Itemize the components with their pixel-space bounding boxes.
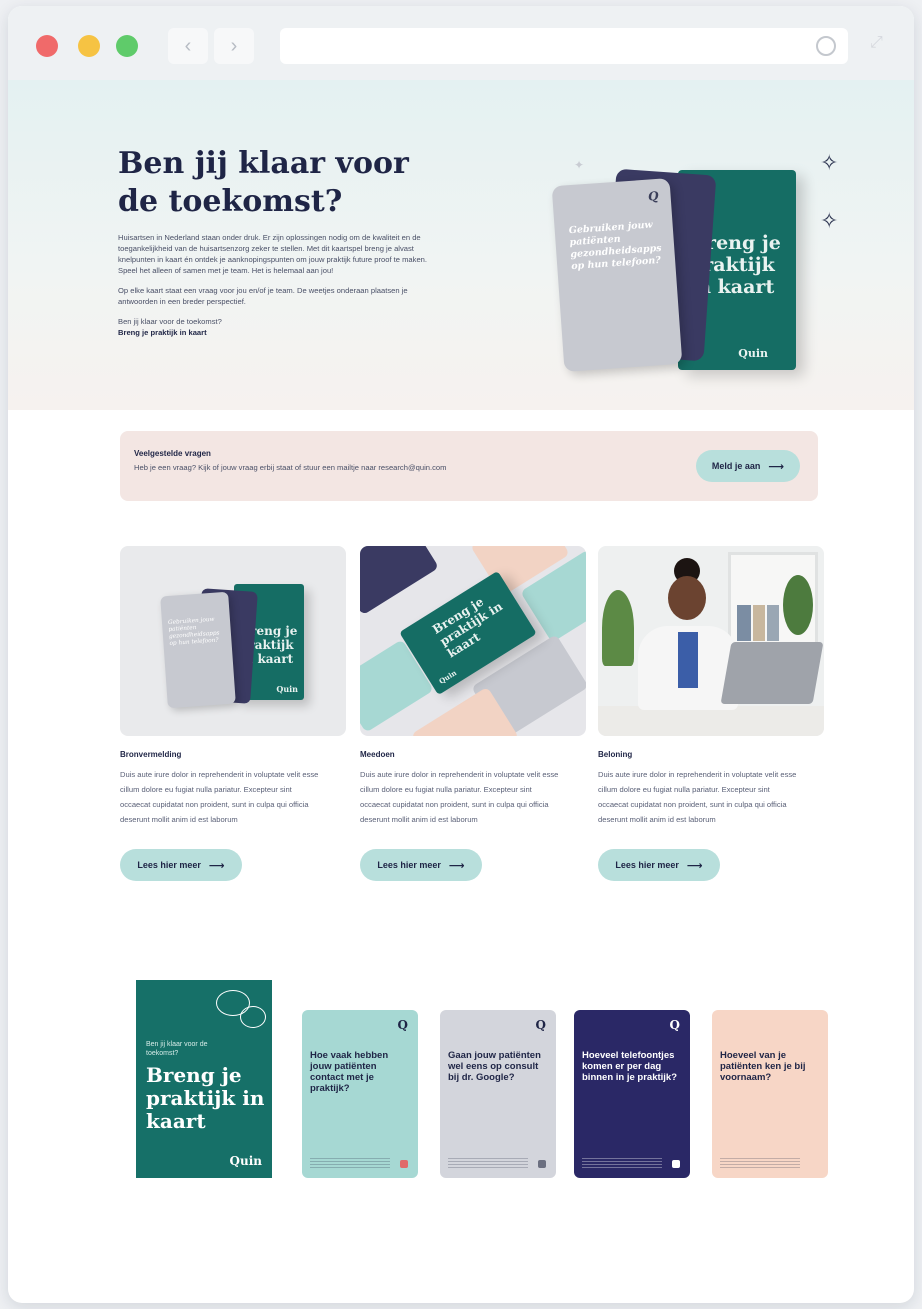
quin-logo: Quin xyxy=(738,347,768,360)
laptop xyxy=(720,642,824,704)
arrow-right-icon: ⟶ xyxy=(448,859,465,872)
question-card: Q Gebruiken jouw patiënten gezondheidsap… xyxy=(551,178,683,372)
feature-image-box: Breng je praktijk in kaart Quin Gebruike… xyxy=(120,546,346,736)
person-head xyxy=(668,576,706,620)
read-more-button[interactable]: Lees hier meer ⟶ xyxy=(598,849,720,881)
feature-title: Meedoen xyxy=(360,750,395,759)
faq-text: Heb je een vraag? Kijk of jouw vraag erb… xyxy=(134,463,447,472)
card-footnote-icon xyxy=(400,1160,408,1168)
scattered-card xyxy=(360,546,440,616)
minimize-window-button[interactable] xyxy=(78,35,100,57)
card-footnote-icon xyxy=(672,1160,680,1168)
signup-button-label: Meld je aan xyxy=(711,461,761,471)
sparkle-icon: ✧ xyxy=(820,208,839,233)
question-card: Q Hoe vaak hebben jouw patiënten contact… xyxy=(302,1010,418,1178)
hero-paragraph-2: Op elke kaart staat een vraag voor jou e… xyxy=(118,286,408,306)
back-button[interactable]: ‹ xyxy=(168,28,208,64)
read-more-button[interactable]: Lees hier meer ⟶ xyxy=(360,849,482,881)
faq-banner: Veelgestelde vragen Heb je een vraag? Ki… xyxy=(120,431,818,501)
q-logo-icon: Q xyxy=(397,1018,408,1032)
arrow-right-icon: ⟶ xyxy=(686,859,703,872)
card-footnote xyxy=(310,1158,390,1168)
question-card: Q Gaan jouw patiënten wel eens op consul… xyxy=(440,1010,556,1178)
card-footnote xyxy=(720,1158,800,1168)
chevron-left-icon: ‹ xyxy=(184,34,192,57)
faq-title: Veelgestelde vragen xyxy=(134,449,211,458)
quin-logo: Quin xyxy=(437,668,459,686)
speech-bubble-icon xyxy=(240,1006,266,1028)
plant xyxy=(602,590,634,666)
hero-section: Ben jij klaar voor de toekomst? Huisarts… xyxy=(8,80,914,410)
feature-text: Duis aute irure dolor in reprehenderit i… xyxy=(120,770,319,824)
feature-image-doctor xyxy=(598,546,824,736)
browser-toolbar: ‹ › ⤢ xyxy=(8,6,914,80)
card-question: Gaan jouw patiënten wel eens op consult … xyxy=(448,1050,541,1083)
sparkle-icon: ✧ xyxy=(820,150,839,175)
card-question: Gebruiken jouw patiënten gezondheidsapps… xyxy=(568,219,662,273)
feature-image-cards: Breng je praktijk in kaart Quin xyxy=(360,546,586,736)
feature-text: Duis aute irure dolor in reprehenderit i… xyxy=(360,770,559,824)
q-logo-icon: Q xyxy=(647,188,660,204)
cover-title: Breng je praktijk in kaart xyxy=(146,1063,265,1133)
browser-window: ‹ › ⤢ Ben jij klaar voor de toekomst? Hu… xyxy=(8,6,914,1303)
hero-paragraph-1: Huisartsen in Nederland staan onder druk… xyxy=(118,233,428,275)
read-more-label: Lees hier meer xyxy=(377,860,441,870)
hero-description: Huisartsen in Nederland staan onder druk… xyxy=(118,232,438,338)
hero-tagline: Breng je praktijk in kaart xyxy=(118,328,207,337)
card-footnote xyxy=(582,1158,662,1168)
close-window-button[interactable] xyxy=(36,35,58,57)
arrow-right-icon: ⟶ xyxy=(768,460,785,473)
arrow-right-icon: ⟶ xyxy=(208,859,225,872)
card-game-illustration: Breng je praktijk in kaart Quin Q Gebrui… xyxy=(548,166,808,386)
read-more-label: Lees hier meer xyxy=(137,860,201,870)
card-question: Hoeveel telefoontjes komen er per dag bi… xyxy=(582,1050,678,1083)
feature-title: Beloning xyxy=(598,750,633,759)
desk xyxy=(598,706,824,736)
feature-card-beloning: Beloning Duis aute irure dolor in repreh… xyxy=(598,546,824,881)
signup-button[interactable]: Meld je aan ⟶ xyxy=(696,450,800,482)
reload-icon[interactable] xyxy=(816,36,836,56)
forward-button[interactable]: › xyxy=(214,28,254,64)
read-more-label: Lees hier meer xyxy=(615,860,679,870)
question-card: Q Hoeveel telefoontjes komen er per dag … xyxy=(574,1010,690,1178)
hero-lead: Ben jij klaar voor de toekomst? xyxy=(118,317,222,326)
question-card: Hoeveel van je patiënten ken je bij voor… xyxy=(712,1010,828,1178)
q-logo-icon: Q xyxy=(535,1018,546,1032)
chevron-right-icon: › xyxy=(230,34,238,57)
card-question: Hoeveel van je patiënten ken je bij voor… xyxy=(720,1050,806,1083)
card-question: Hoe vaak hebben jouw patiënten contact m… xyxy=(310,1050,389,1094)
feature-text: Duis aute irure dolor in reprehenderit i… xyxy=(598,770,797,824)
feature-card-bronvermelding: Breng je praktijk in kaart Quin Gebruike… xyxy=(120,546,346,881)
card-footnote-icon xyxy=(538,1160,546,1168)
read-more-button[interactable]: Lees hier meer ⟶ xyxy=(120,849,242,881)
feature-title: Bronvermelding xyxy=(120,750,182,759)
quin-logo: Quin xyxy=(229,1154,262,1168)
card-box-title: Breng je praktijk in kaart xyxy=(429,594,506,661)
expand-icon[interactable]: ⤢ xyxy=(870,34,892,56)
card-footnote xyxy=(448,1158,528,1168)
question-card: Gebruiken jouw patiënten gezondheidsapps… xyxy=(160,591,236,709)
card-game-cover: Ben jij klaar voor de toekomst? Breng je… xyxy=(136,980,272,1178)
hero-title: Ben jij klaar voor de toekomst? xyxy=(118,146,409,219)
card-question: Gebruiken jouw patiënten gezondheidsapps… xyxy=(167,616,220,647)
cover-subtitle: Ben jij klaar voor de toekomst? xyxy=(146,1041,208,1057)
address-bar[interactable] xyxy=(280,28,848,64)
q-logo-icon: Q xyxy=(669,1018,680,1032)
feature-card-meedoen: Breng je praktijk in kaart Quin Meedoen … xyxy=(360,546,586,881)
quin-logo: Quin xyxy=(276,684,298,694)
maximize-window-button[interactable] xyxy=(116,35,138,57)
